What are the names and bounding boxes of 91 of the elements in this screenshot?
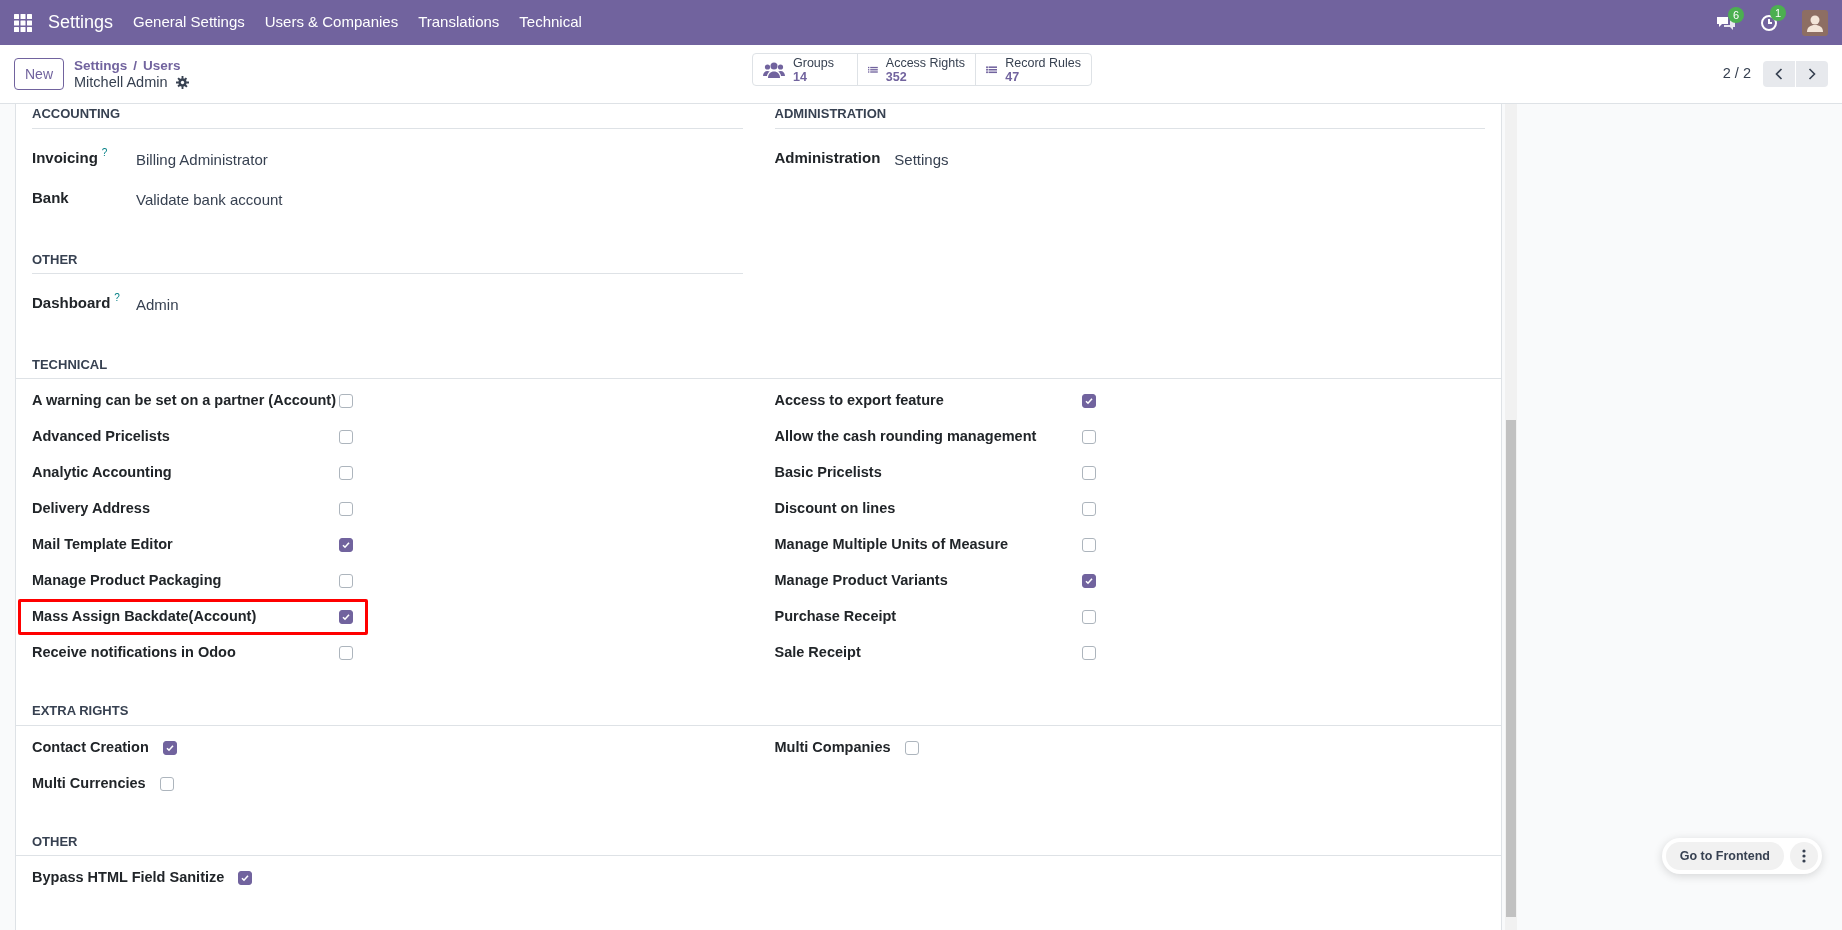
checkbox[interactable] xyxy=(339,646,353,660)
vertical-dots-icon xyxy=(1802,849,1806,863)
section-heading: EXTRA RIGHTS xyxy=(31,702,130,720)
settings-icon[interactable] xyxy=(175,75,189,89)
next-button[interactable] xyxy=(1796,61,1828,87)
field-label: Manage Multiple Units of Measure xyxy=(774,535,1010,555)
checkmark-icon xyxy=(1083,396,1094,406)
menu-item[interactable]: General Settings xyxy=(133,11,245,34)
checkmark-icon xyxy=(164,742,175,753)
checkbox[interactable] xyxy=(339,430,353,444)
menu-item[interactable]: Technical xyxy=(519,11,582,34)
smart-button[interactable]: Record Rules 47 xyxy=(975,54,1091,85)
field-label: Sale Receipt xyxy=(774,643,862,663)
smart-button[interactable]: Groups 14 xyxy=(753,54,857,85)
menu-item[interactable]: Users & Companies xyxy=(264,11,399,34)
field-label: Discount on lines xyxy=(774,499,897,519)
field-label: Invoicing xyxy=(32,147,98,168)
section-heading: OTHER xyxy=(31,250,79,269)
field-label: Manage Product Variants xyxy=(774,571,949,591)
section-heading: ACCOUNTING xyxy=(31,105,122,123)
count-badge: 6 xyxy=(1728,6,1745,23)
field-value: Admin xyxy=(136,295,179,315)
field-label: Manage Product Packaging xyxy=(32,571,223,591)
checkbox[interactable] xyxy=(339,610,353,624)
checkbox[interactable] xyxy=(1081,466,1096,480)
section-heading: OTHER xyxy=(31,832,79,851)
field-label: Delivery Address xyxy=(32,499,151,519)
chevron-left-icon xyxy=(1775,68,1783,80)
checkbox[interactable] xyxy=(1081,610,1096,624)
field-label: Basic Pricelists xyxy=(774,463,883,483)
checkmark-icon xyxy=(1083,576,1094,586)
app-title[interactable]: Settings xyxy=(48,9,114,36)
section-heading: TECHNICAL xyxy=(31,355,109,374)
field-label: Purchase Receipt xyxy=(774,607,898,627)
checkbox[interactable] xyxy=(339,538,353,552)
breadcrumb-separator: / xyxy=(133,58,138,74)
clock-icon[interactable] xyxy=(1760,13,1778,32)
checkbox[interactable] xyxy=(1081,430,1096,444)
checkbox[interactable] xyxy=(339,574,353,588)
help-mark[interactable]: ? xyxy=(101,144,108,169)
field-label: A warning can be set on a partner (Account) xyxy=(32,391,337,411)
field-label: Mail Template Editor xyxy=(32,535,174,555)
field-label: Receive notifications in Odoo xyxy=(32,643,237,663)
checkbox[interactable] xyxy=(162,740,177,755)
new-button[interactable]: New xyxy=(14,58,64,90)
checkbox[interactable] xyxy=(1081,574,1096,588)
checkmark-icon xyxy=(240,873,251,883)
help-mark[interactable]: ? xyxy=(114,290,120,315)
checkbox[interactable] xyxy=(238,871,253,885)
scrollbar-thumb[interactable] xyxy=(1506,420,1516,917)
field-label: Bank xyxy=(32,188,69,208)
checkbox[interactable] xyxy=(1081,394,1096,408)
checkbox[interactable] xyxy=(1081,538,1096,552)
field-label: Multi Currencies xyxy=(32,773,146,793)
record-title: Mitchell Admin xyxy=(74,74,168,90)
breadcrumb-link[interactable]: Users xyxy=(143,58,181,74)
checkbox[interactable] xyxy=(339,466,353,480)
avatar[interactable] xyxy=(1802,9,1828,36)
apps-grid-icon[interactable] xyxy=(14,13,32,32)
checkbox[interactable] xyxy=(904,740,919,755)
chevron-right-icon xyxy=(1808,68,1816,80)
count-badge: 1 xyxy=(1770,4,1787,21)
field-label: Allow the cash rounding management xyxy=(774,427,1038,447)
field-label: Multi Companies xyxy=(774,737,891,757)
previous-button[interactable] xyxy=(1763,61,1795,87)
checkbox[interactable] xyxy=(1081,646,1096,660)
field-label: Contact Creation xyxy=(32,737,149,757)
checkmark-icon xyxy=(341,612,351,622)
checkbox[interactable] xyxy=(339,394,353,408)
section-heading: ADMINISTRATION xyxy=(773,105,888,123)
field-label: Bypass HTML Field Sanitize xyxy=(32,868,225,888)
checkbox[interactable] xyxy=(159,776,174,791)
breadcrumb-link[interactable]: Settings xyxy=(74,58,128,74)
field-value: Billing Administrator xyxy=(136,149,268,170)
field-label: Dashboard xyxy=(32,293,111,313)
go-to-frontend-button[interactable]: Go to Frontend xyxy=(1665,842,1784,870)
users-icon xyxy=(763,60,785,79)
field-label: Mass Assign Backdate(Account) xyxy=(32,607,258,627)
checkbox[interactable] xyxy=(339,502,353,516)
pager-value[interactable]: 2 / 2 xyxy=(1722,63,1751,85)
smart-button[interactable]: Access Rights 352 xyxy=(857,54,975,85)
checkmark-icon xyxy=(341,540,351,550)
field-label: Analytic Accounting xyxy=(32,463,173,483)
field-label: Administration xyxy=(774,147,881,168)
checkbox[interactable] xyxy=(1081,502,1096,516)
field-value: Validate bank account xyxy=(136,190,283,210)
field-label: Access to export feature xyxy=(774,391,945,411)
menu-item[interactable]: Translations xyxy=(418,11,500,34)
field-value: Settings xyxy=(894,149,949,170)
more-options-button[interactable] xyxy=(1790,842,1818,870)
field-label: Advanced Pricelists xyxy=(32,427,171,447)
